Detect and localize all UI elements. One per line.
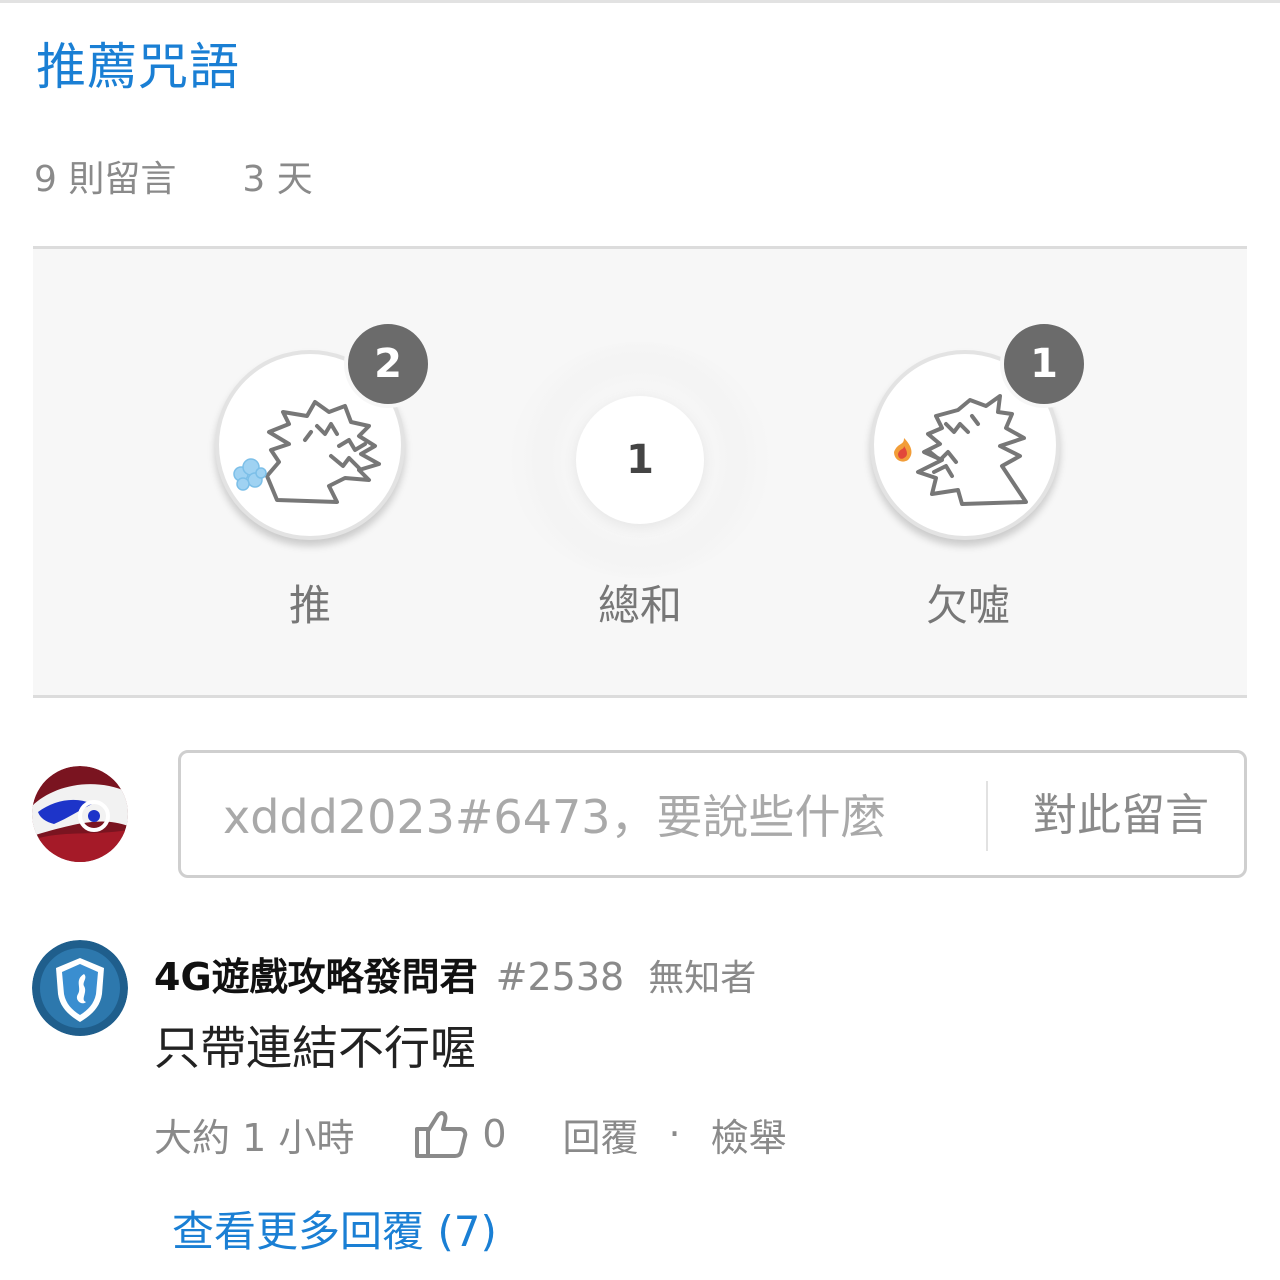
like-button[interactable]: 0 [414, 1109, 507, 1159]
reply-author-rank: 無知者 [648, 958, 757, 999]
separator-dot: · [668, 1112, 681, 1156]
comment-input[interactable] [223, 783, 963, 851]
boo-count-badge: 1 [1000, 320, 1088, 408]
reply-footer: 大約 1 小時 0 回覆 · 檢舉 [154, 1106, 787, 1162]
top-divider [0, 0, 1280, 3]
thumbs-up-icon [415, 1111, 468, 1158]
reply-item: 4G遊戲攻略發問君 #2538 無知者 只帶連結不行喔 大約 1 小時 0 回覆… [32, 940, 1247, 1260]
push-count-badge: 2 [344, 320, 432, 408]
sum-label: 總和 [597, 581, 682, 630]
comment-submit-button[interactable]: 對此留言 [1011, 781, 1231, 851]
shield-icon [32, 940, 128, 1036]
post-age: 3 天 [242, 159, 313, 200]
view-more-replies-link[interactable]: 查看更多回覆 (7) [172, 1198, 497, 1259]
sum-value: 1 [576, 396, 704, 524]
reply-button[interactable]: 回覆 [563, 1107, 639, 1162]
comment-box: 對此留言 [178, 750, 1247, 878]
comment-count: 9 則留言 [34, 159, 177, 200]
report-button[interactable]: 檢舉 [711, 1107, 787, 1162]
push-label: 推 [288, 581, 331, 630]
reply-author-id: #2538 [495, 955, 625, 999]
reply-author-avatar[interactable] [32, 940, 128, 1036]
reply-time: 大約 1 小時 [154, 1115, 355, 1160]
post-title[interactable]: 推薦咒語 [36, 32, 240, 102]
like-count: 0 [482, 1112, 507, 1156]
post-meta: 9 則留言 3 天 [34, 155, 313, 205]
reply-author-name[interactable]: 4G遊戲攻略發問君 [154, 946, 478, 1001]
comment-divider [986, 781, 988, 851]
reply-body: 只帶連結不行喔 [154, 1021, 476, 1075]
boo-label: 欠噓 [925, 581, 1010, 630]
reply-header: 4G遊戲攻略發問君 #2538 無知者 [154, 946, 756, 1001]
current-user-avatar[interactable] [32, 766, 128, 862]
